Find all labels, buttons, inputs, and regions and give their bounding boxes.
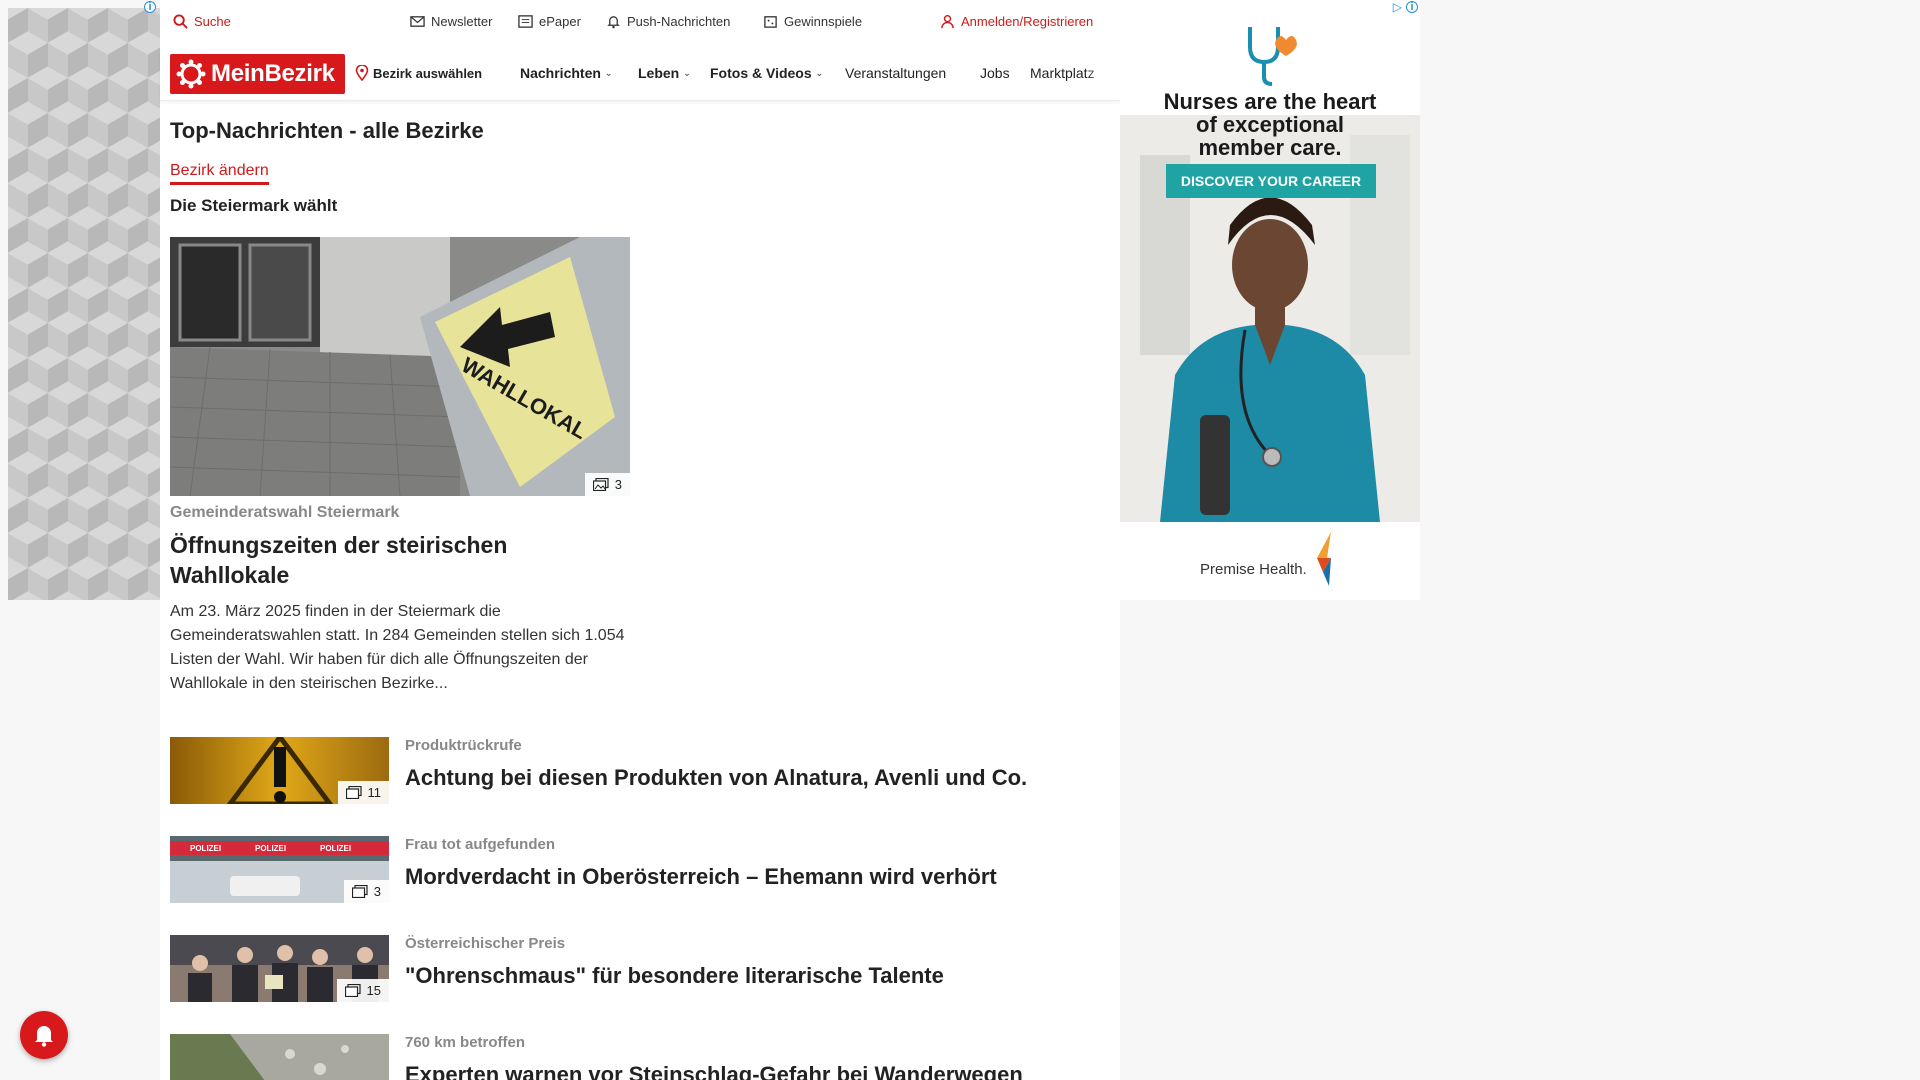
gallery-count: 3 <box>614 477 622 492</box>
gallery-count-badge: 15 <box>336 979 389 1002</box>
gallery-icon <box>351 885 368 898</box>
nav-item-marktplatz[interactable]: Marktplatz <box>1030 65 1110 81</box>
nav-label: Veranstaltungen <box>845 65 947 81</box>
meinbezirk-logo[interactable]: MeinBezirk <box>170 54 345 94</box>
list-item[interactable]: 11 Produktrückrufe Achtung bei diesen Pr… <box>170 737 1110 805</box>
polling-station-photo: WAHLLOKAL <box>170 237 630 496</box>
article-kicker[interactable]: 760 km betroffen <box>405 1034 525 1051</box>
gallery-count-badge: 11 <box>337 781 389 804</box>
hero-kicker[interactable]: Gemeinderatswahl Steiermark <box>170 504 399 522</box>
list-item[interactable]: 760 km betroffen Experten warnen vor Ste… <box>170 1034 1110 1080</box>
nav-item-veranstaltungen[interactable]: Veranstaltungen <box>845 65 946 81</box>
nav-label: Marktplatz <box>1030 65 1095 81</box>
article-kicker[interactable]: Österreichischer Preis <box>405 935 565 952</box>
ad-info-icon[interactable]: i <box>1406 1 1418 13</box>
ad-brand-text: Premise Health. <box>1200 560 1307 578</box>
nav-label: Fotos & Videos <box>710 65 812 81</box>
ad-cta-button[interactable]: DISCOVER YOUR CAREER <box>1166 164 1376 198</box>
push-label: Push-Nachrichten <box>627 14 731 29</box>
rockfall-path-photo <box>170 1034 389 1080</box>
stethoscope-heart-icon <box>1248 27 1297 86</box>
top-utility-bar: Suche Newsletter ePaper Push-Nachrichten… <box>160 0 1120 46</box>
police-tape-text: POLIZEI <box>190 844 221 853</box>
notification-bell-button[interactable] <box>20 1011 68 1059</box>
push-notifications-link[interactable]: Push-Nachrichten <box>606 14 730 29</box>
nav-label: Jobs <box>980 65 1010 81</box>
police-tape-text: POLIZEI <box>255 844 286 853</box>
chevron-down-icon: ⌄ <box>604 67 613 78</box>
nav-label: Nachrichten <box>520 65 601 81</box>
chevron-down-icon: ⌄ <box>815 67 824 78</box>
epaper-label: ePaper <box>539 14 581 29</box>
main-column: Suche Newsletter ePaper Push-Nachrichten… <box>160 0 1120 1080</box>
newsletter-label: Newsletter <box>431 14 493 29</box>
gallery-count: 15 <box>366 983 381 998</box>
list-item[interactable]: POLIZEI POLIZEI POLIZEI 3 Frau tot aufge… <box>170 836 1110 904</box>
gallery-count-badge: 3 <box>584 473 630 496</box>
gallery-icon <box>345 786 362 799</box>
search-link[interactable]: Suche <box>173 14 231 29</box>
gallery-count: 11 <box>367 785 382 800</box>
district-select-label: Bezirk auswählen <box>373 65 483 81</box>
location-pin-icon <box>355 65 369 81</box>
gift-icon <box>764 16 777 28</box>
user-icon <box>941 14 954 29</box>
article-title[interactable]: "Ohrenschmaus" für besondere literarisch… <box>405 963 944 989</box>
page-title: Top-Nachrichten - alle Bezirke <box>170 118 484 143</box>
ad-info-icon[interactable]: i <box>144 1 156 13</box>
article-kicker[interactable]: Produktrückrufe <box>405 737 522 754</box>
police-tape-text: POLIZEI <box>320 844 351 853</box>
mail-icon <box>410 16 425 27</box>
hero-image[interactable]: WAHLLOKAL 3 <box>170 237 630 496</box>
gallery-icon <box>592 478 609 491</box>
ad-choices-icon[interactable]: ▷ <box>1393 0 1402 14</box>
notification-bell-icon <box>35 1026 53 1047</box>
hero-title[interactable]: Öffnungszeiten der steirischen Wahllokal… <box>170 530 630 590</box>
nav-item-jobs[interactable]: Jobs <box>980 65 1010 81</box>
nav-item-fotos-videos[interactable]: Fotos & Videos ⌄ <box>710 65 823 81</box>
nav-label: Leben <box>638 65 680 81</box>
logo-text: MeinBezirk <box>211 60 335 87</box>
ad-headline: Nurses are the heart of exceptional memb… <box>1163 89 1377 160</box>
newspaper-icon <box>518 15 533 28</box>
section-title: Die Steiermark wählt <box>170 196 338 215</box>
district-select[interactable]: Bezirk auswählen <box>355 65 482 81</box>
gallery-count: 3 <box>373 884 381 899</box>
change-district-link[interactable]: Bezirk ändern <box>170 162 269 185</box>
search-icon <box>173 14 188 29</box>
right-banner-ad[interactable]: Nurses are the heart of exceptional memb… <box>1120 0 1420 600</box>
article-title[interactable]: Experten warnen vor Steinschlag-Gefahr b… <box>405 1062 1023 1080</box>
gewinnspiele-label: Gewinnspiele <box>784 14 863 29</box>
chevron-down-icon: ⌄ <box>683 67 691 78</box>
hero-teaser: Am 23. März 2025 finden in der Steiermar… <box>170 603 625 692</box>
main-navigation: MeinBezirk Bezirk auswählen Nachrichten ⌄… <box>160 49 1120 101</box>
gallery-icon <box>344 984 361 997</box>
nav-item-nachrichten[interactable]: Nachrichten ⌄ <box>520 65 612 81</box>
nav-item-leben[interactable]: Leben ⌄ <box>638 65 691 81</box>
article-thumbnail[interactable]: POLIZEI POLIZEI POLIZEI 3 <box>170 836 389 903</box>
bell-icon <box>607 16 620 29</box>
login-link[interactable]: Anmelden/Registrieren <box>940 14 1093 29</box>
article-title[interactable]: Mordverdacht in Oberösterreich – Ehemann… <box>405 864 997 890</box>
newsletter-link[interactable]: Newsletter <box>410 14 492 29</box>
logo-sun-icon <box>176 59 206 89</box>
article-title[interactable]: Achtung bei diesen Produkten von Alnatur… <box>405 765 1027 791</box>
article-kicker[interactable]: Frau tot aufgefunden <box>405 836 555 853</box>
left-skyscraper-ad[interactable] <box>8 8 160 600</box>
gewinnspiele-link[interactable]: Gewinnspiele <box>763 14 862 29</box>
search-label: Suche <box>194 14 231 29</box>
gallery-count-badge: 3 <box>343 880 389 903</box>
login-label: Anmelden/Registrieren <box>961 14 1094 29</box>
article-thumbnail[interactable]: 15 <box>170 935 389 1002</box>
epaper-link[interactable]: ePaper <box>518 14 581 29</box>
list-item[interactable]: 15 Österreichischer Preis "Ohrenschmaus"… <box>170 935 1110 1003</box>
article-thumbnail[interactable]: 11 <box>170 737 389 804</box>
premise-logo-icon <box>1316 532 1331 586</box>
article-thumbnail[interactable] <box>170 1034 389 1080</box>
ad-brand-logo: Premise Health. <box>1200 532 1339 586</box>
